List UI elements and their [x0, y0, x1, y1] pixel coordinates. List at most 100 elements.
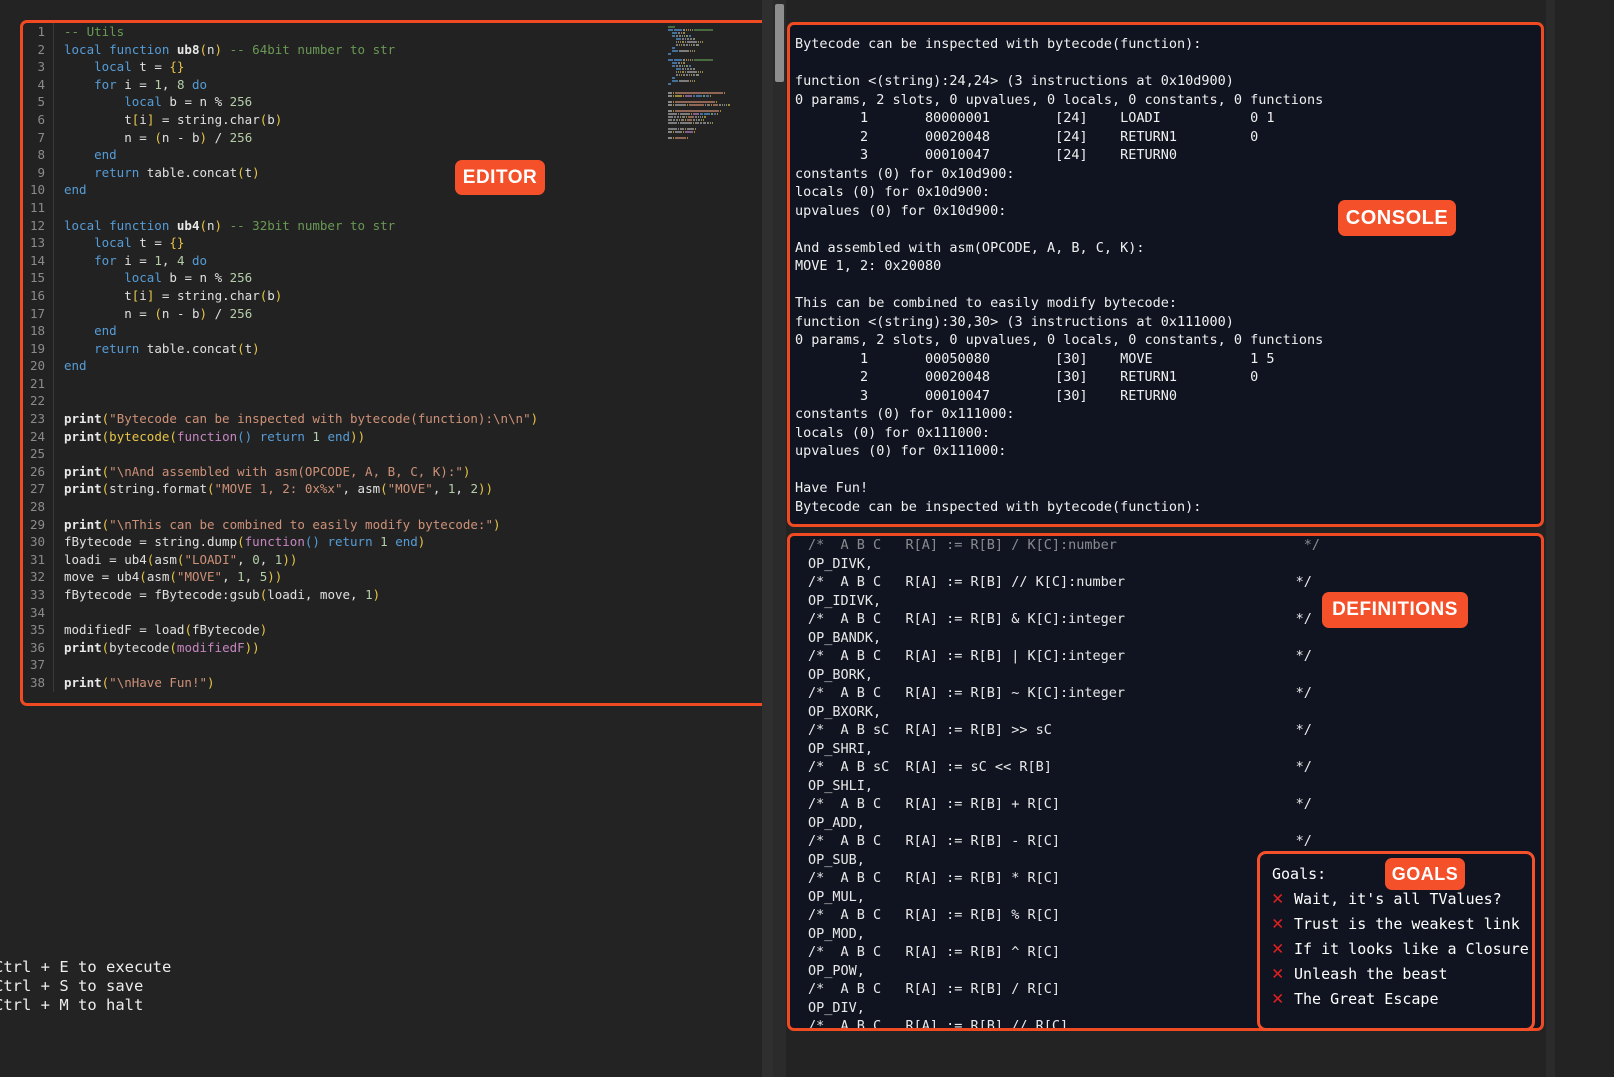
editor-scrollbar-thumb[interactable]	[775, 4, 784, 82]
goal-item[interactable]: ✕The Great Escape	[1272, 986, 1532, 1011]
line-text: print(bytecode(function() return 1 end))	[53, 428, 767, 446]
line-number: 38	[23, 674, 53, 692]
definitions-scrollbar[interactable]	[775, 533, 785, 1031]
editor-line: 10end	[23, 181, 767, 199]
line-number: 34	[23, 604, 53, 622]
goal-item[interactable]: ✕Trust is the weakest link	[1272, 911, 1532, 936]
console-line: 2 00020048 [30] RETURN1 0	[795, 368, 1541, 387]
line-text: local t = {}	[53, 234, 767, 252]
line-text: return table.concat(t)	[53, 164, 767, 182]
console-line: 2 00020048 [24] RETURN1 0	[795, 128, 1541, 147]
editor-line: 28	[23, 498, 767, 516]
line-text: fBytecode = fBytecode:gsub(loadi, move, …	[53, 586, 767, 604]
definition-line: /* A B sC R[A] := sC << R[B] */	[808, 758, 1541, 777]
definition-line: /* A B C R[A] := R[B] | K[C]:integer */	[808, 647, 1541, 666]
goal-label: If it looks like a Closure	[1294, 938, 1529, 960]
minimap-line	[668, 86, 764, 88]
editor-line: 33fBytecode = fBytecode:gsub(loadi, move…	[23, 586, 767, 604]
console-panel[interactable]: Bytecode can be inspected with bytecode(…	[787, 22, 1544, 527]
line-number: 37	[23, 656, 53, 674]
goal-incomplete-x-icon: ✕	[1272, 989, 1294, 1008]
editor-line: 36print(bytecode(modifiedF))	[23, 639, 767, 657]
definition-line: OP_SHLI,	[808, 777, 1541, 796]
console-line: This can be combined to easily modify by…	[795, 294, 1541, 313]
editor-line: 18 end	[23, 322, 767, 340]
line-text: end	[53, 357, 767, 375]
definition-line: OP_BXORK,	[808, 703, 1541, 722]
line-number: 21	[23, 375, 53, 393]
goal-incomplete-x-icon: ✕	[1272, 939, 1294, 958]
line-number: 16	[23, 287, 53, 305]
line-text: for i = 1, 8 do	[53, 76, 767, 94]
console-line: And assembled with asm(OPCODE, A, B, C, …	[795, 239, 1541, 258]
editor-line: 35modifiedF = load(fBytecode)	[23, 621, 767, 639]
line-text	[53, 392, 767, 410]
keyboard-shortcuts: Ctrl + E to executeCtrl + S to saveCtrl …	[0, 958, 294, 1015]
editor-line: 12local function ub4(n) -- 32bit number …	[23, 217, 767, 235]
minimap-line	[676, 44, 764, 46]
line-text	[53, 199, 767, 217]
minimap-line	[668, 29, 764, 31]
line-text: n = (n - b) / 256	[53, 305, 767, 323]
editor-line: 7 n = (n - b) / 256	[23, 129, 767, 147]
editor-line: 4 for i = 1, 8 do	[23, 76, 767, 94]
code-editor-panel[interactable]: 1-- Utils2local function ub8(n) -- 64bit…	[20, 20, 770, 706]
line-text: -- Utils	[53, 23, 767, 41]
editor-line: 24print(bytecode(function() return 1 end…	[23, 428, 767, 446]
minimap-line	[668, 101, 764, 103]
minimap-line	[668, 83, 764, 85]
editor-line: 2local function ub8(n) -- 64bit number t…	[23, 41, 767, 59]
minimap-line	[672, 65, 764, 67]
console-line: function <(string):24,24> (3 instruction…	[795, 72, 1541, 91]
console-line: 3 00010047 [30] RETURN0	[795, 387, 1541, 406]
minimap-line	[668, 137, 764, 139]
line-text: t[i] = string.char(b)	[53, 111, 767, 129]
line-number: 6	[23, 111, 53, 129]
editor-line: 20end	[23, 357, 767, 375]
line-number: 25	[23, 445, 53, 463]
minimap-line	[672, 50, 764, 52]
line-number: 24	[23, 428, 53, 446]
line-number: 31	[23, 551, 53, 569]
minimap-line	[668, 92, 764, 94]
minimap-line	[672, 35, 764, 37]
line-number: 12	[23, 217, 53, 235]
line-number: 18	[23, 322, 53, 340]
minimap-line	[672, 80, 764, 82]
editor-code-area[interactable]: 1-- Utils2local function ub8(n) -- 64bit…	[23, 23, 767, 703]
definition-line: /* A B C R[A] := R[B] + R[C] */	[808, 795, 1541, 814]
line-text: local function ub4(n) -- 32bit number to…	[53, 217, 767, 235]
goal-item[interactable]: ✕If it looks like a Closure	[1272, 936, 1532, 961]
line-text	[53, 498, 767, 516]
page-scrollbar[interactable]	[1546, 0, 1555, 1077]
line-number: 1	[23, 23, 53, 41]
editor-line: 25	[23, 445, 767, 463]
line-number: 33	[23, 586, 53, 604]
console-line: upvalues (0) for 0x111000:	[795, 442, 1541, 461]
editor-line: 29print("\nThis can be combined to easil…	[23, 516, 767, 534]
goal-item[interactable]: ✕Unleash the beast	[1272, 961, 1532, 986]
line-text: print("Bytecode can be inspected with by…	[53, 410, 767, 428]
editor-line: 14 for i = 1, 4 do	[23, 252, 767, 270]
line-number: 14	[23, 252, 53, 270]
shortcut-line: Ctrl + M to halt	[0, 996, 294, 1015]
line-text: local function ub8(n) -- 64bit number to…	[53, 41, 767, 59]
minimap-line	[668, 95, 764, 97]
line-number: 8	[23, 146, 53, 164]
line-text: local b = n % 256	[53, 93, 767, 111]
minimap-line	[668, 110, 764, 112]
console-line: MOVE 1, 2: 0x20080	[795, 257, 1541, 276]
editor-minimap[interactable]	[668, 26, 764, 140]
line-text: print("\nThis can be combined to easily …	[53, 516, 767, 534]
editor-line: 11	[23, 199, 767, 217]
minimap-line	[668, 125, 764, 127]
line-text	[53, 656, 767, 674]
definition-line: /* A B C R[A] := R[B] // K[C]:number */	[808, 573, 1541, 592]
minimap-line	[672, 77, 764, 79]
line-text	[53, 445, 767, 463]
line-number: 2	[23, 41, 53, 59]
definition-line: OP_BANDK,	[808, 629, 1541, 648]
minimap-line	[672, 32, 764, 34]
minimap-line	[668, 131, 764, 133]
definition-line: OP_ADD,	[808, 814, 1541, 833]
